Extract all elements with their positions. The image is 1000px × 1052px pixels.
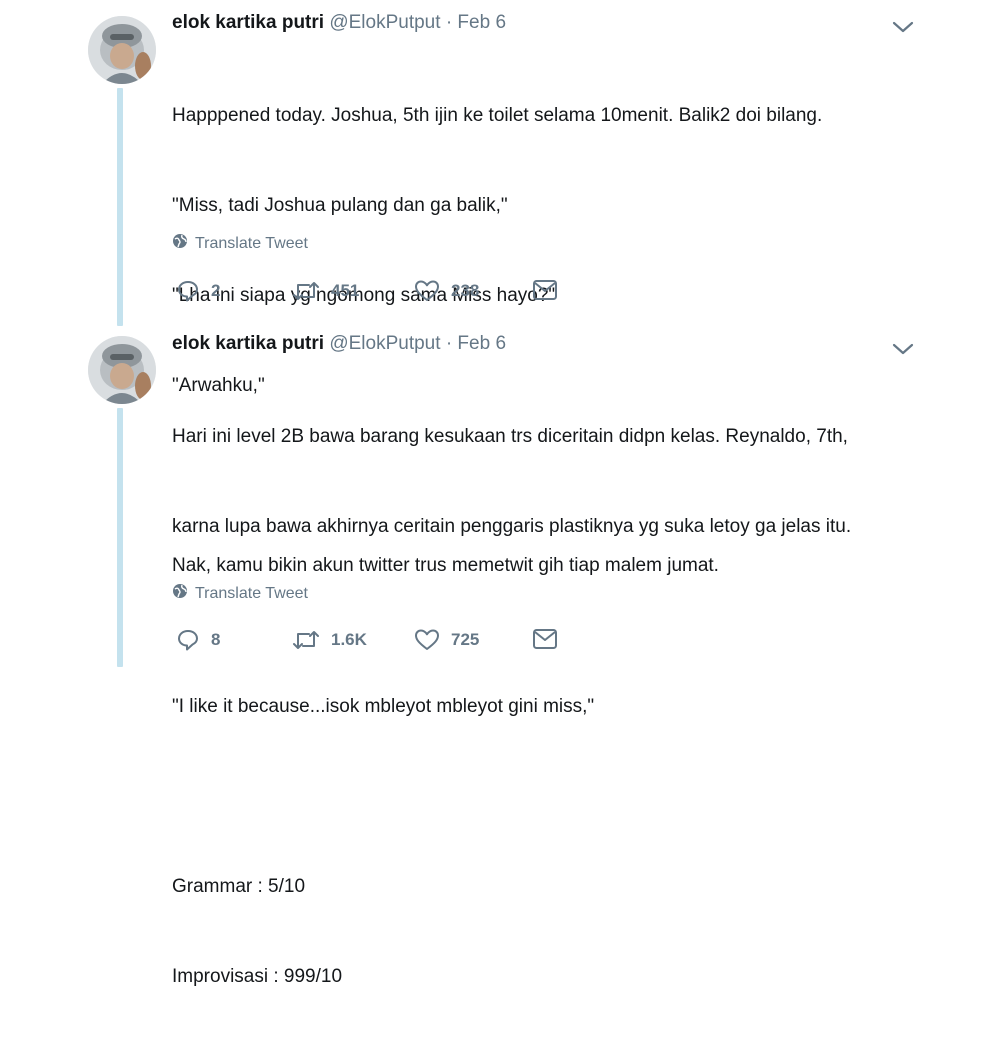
retweet-button[interactable]: 1.6K bbox=[292, 628, 367, 652]
direct-message-button[interactable] bbox=[532, 279, 558, 301]
chevron-down-icon[interactable] bbox=[892, 342, 914, 356]
tweet-text-line: Hari ini level 2B bawa barang kesukaan t… bbox=[172, 426, 848, 447]
globe-icon bbox=[172, 583, 188, 604]
translate-tweet-link[interactable]: Translate Tweet bbox=[172, 233, 308, 254]
retweet-count: 451 bbox=[331, 281, 360, 300]
header-separator: · bbox=[445, 333, 453, 354]
author-name[interactable]: elok kartika putri bbox=[172, 12, 324, 33]
author-name[interactable]: elok kartika putri bbox=[172, 333, 324, 354]
envelope-icon bbox=[532, 279, 558, 301]
like-count: 238 bbox=[451, 281, 480, 300]
reply-button[interactable]: 8 bbox=[176, 628, 220, 652]
envelope-icon bbox=[532, 628, 558, 650]
chevron-down-icon[interactable] bbox=[892, 20, 914, 34]
retweet-count: 1.6K bbox=[331, 630, 367, 649]
tweet-header: elok kartika putri @ElokPutput · Feb 6 bbox=[172, 333, 506, 355]
tweet-date[interactable]: Feb 6 bbox=[457, 12, 506, 33]
avatar-image bbox=[88, 16, 156, 84]
tweet-text-line: "Miss, tadi Joshua pulang dan ga balik," bbox=[172, 195, 508, 216]
retweet-button[interactable]: 451 bbox=[292, 279, 359, 303]
like-button[interactable]: 725 bbox=[414, 628, 479, 652]
direct-message-button[interactable] bbox=[532, 628, 558, 650]
tweet-date[interactable]: Feb 6 bbox=[457, 333, 506, 354]
retweet-icon bbox=[292, 279, 320, 303]
header-separator: · bbox=[445, 12, 453, 33]
globe-icon bbox=[172, 233, 188, 254]
heart-icon bbox=[414, 279, 440, 303]
tweet-text: Hari ini level 2B bawa barang kesukaan t… bbox=[172, 362, 851, 1052]
tweet-header: elok kartika putri @ElokPutput · Feb 6 bbox=[172, 12, 506, 34]
avatar[interactable] bbox=[88, 336, 156, 404]
tweet[interactable]: elok kartika putri @ElokPutput · Feb 6 H… bbox=[0, 330, 1000, 987]
tweet-text-line bbox=[172, 602, 851, 632]
author-handle[interactable]: @ElokPutput bbox=[329, 12, 440, 33]
reply-icon bbox=[176, 279, 200, 303]
tweet-text-line: Improvisasi : 999/10 bbox=[172, 966, 343, 987]
like-count: 725 bbox=[451, 630, 480, 649]
reply-count: 8 bbox=[211, 630, 221, 649]
retweet-icon bbox=[292, 628, 320, 652]
tweet-text-line: "I like it because...isok mbleyot mbleyo… bbox=[172, 696, 595, 717]
translate-label: Translate Tweet bbox=[195, 234, 308, 252]
author-handle[interactable]: @ElokPutput bbox=[329, 333, 440, 354]
avatar[interactable] bbox=[88, 16, 156, 84]
tweet-text-line: Grammar : 5/10 bbox=[172, 876, 306, 897]
like-button[interactable]: 238 bbox=[414, 279, 479, 303]
reply-button[interactable]: 2 bbox=[176, 279, 220, 303]
heart-icon bbox=[414, 628, 440, 652]
translate-label: Translate Tweet bbox=[195, 584, 308, 602]
tweet-text-line: karna lupa bawa akhirnya ceritain pengga… bbox=[172, 516, 852, 537]
tweet-text-line bbox=[172, 782, 851, 812]
reply-icon bbox=[176, 628, 200, 652]
reply-count: 2 bbox=[211, 281, 221, 300]
tweet[interactable]: elok kartika putri @ElokPutput · Feb 6 H… bbox=[0, 0, 1000, 576]
tweet-text-line: "Lha ini siapa yg ngomong sama Miss hayo… bbox=[172, 285, 556, 306]
translate-tweet-link[interactable]: Translate Tweet bbox=[172, 583, 308, 604]
tweet-text-line: Happpened today. Joshua, 5th ijin ke toi… bbox=[172, 105, 823, 126]
avatar-image bbox=[88, 336, 156, 404]
